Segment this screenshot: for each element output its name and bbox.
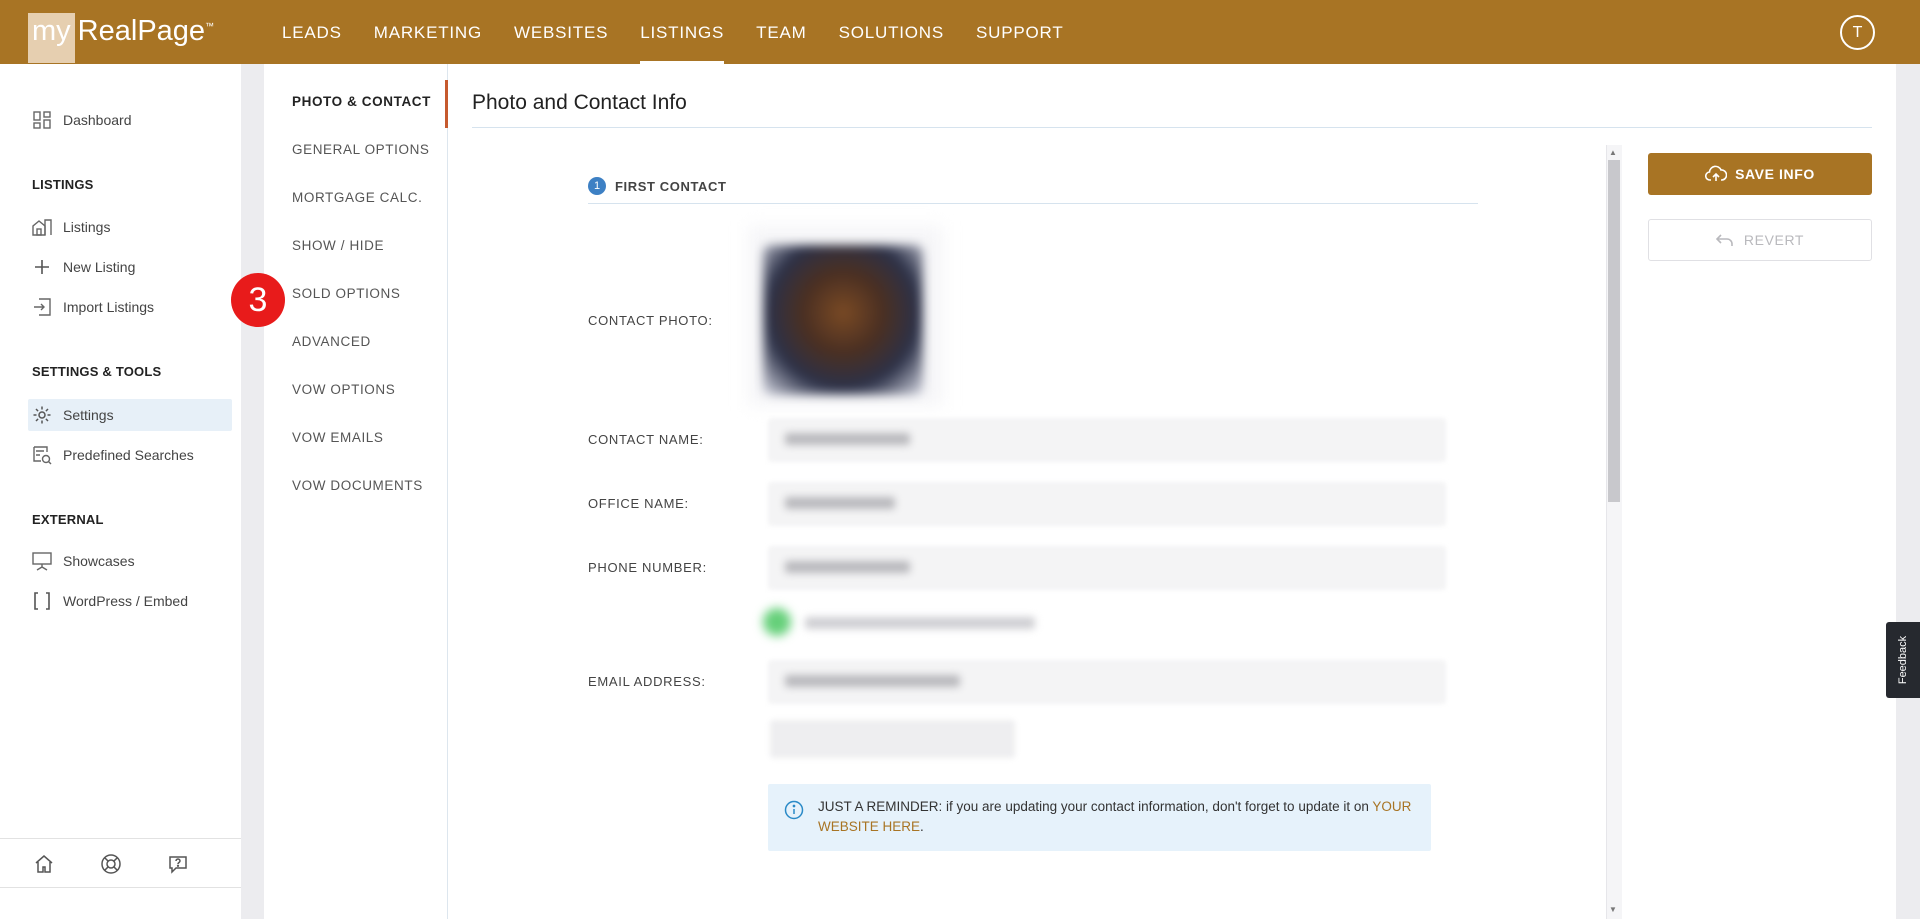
sidebar-item-settings[interactable]: Settings <box>28 399 232 431</box>
logo-trademark: ™ <box>205 21 215 31</box>
office-name-label: OFFICE NAME: <box>588 496 689 511</box>
feedback-label: Feedback <box>1897 635 1909 685</box>
section-label: FIRST CONTACT <box>615 178 727 194</box>
sidebar-item-dashboard[interactable]: Dashboard <box>28 104 232 136</box>
chat-help-icon[interactable] <box>166 852 190 876</box>
gear-icon <box>31 404 53 426</box>
title-divider <box>472 127 1872 128</box>
saved-search-icon <box>31 444 53 466</box>
email-value-blurred <box>785 675 960 687</box>
presentation-board-icon <box>31 550 53 572</box>
sidebar-label-predefined-searches: Predefined Searches <box>63 447 194 463</box>
contact-photo-label: CONTACT PHOTO: <box>588 313 713 328</box>
subnav-vow-documents[interactable]: VOW DOCUMENTS <box>292 478 423 493</box>
subnav-show-hide[interactable]: SHOW / HIDE <box>292 238 384 253</box>
top-bar: my RealPage ™ LEADS MARKETING WEBSITES L… <box>0 0 1920 64</box>
page-title: Photo and Contact Info <box>472 91 687 114</box>
email-address-label: EMAIL ADDRESS: <box>588 674 706 689</box>
subnav-mortgage-calc[interactable]: MORTGAGE CALC. <box>292 190 422 205</box>
sidebar-heading-settings-tools: SETTINGS & TOOLS <box>32 364 162 379</box>
sidebar-label-listings: Listings <box>63 219 111 235</box>
myrealpage-logo[interactable]: my RealPage ™ <box>28 13 214 63</box>
sidebar-item-import-listings[interactable]: Import Listings <box>28 291 232 323</box>
sidebar-item-wordpress-embed[interactable]: WordPress / Embed <box>28 585 232 617</box>
sidebar-item-listings[interactable]: Listings <box>28 211 232 243</box>
user-avatar[interactable]: T <box>1840 15 1875 50</box>
step-number-badge: 3 <box>231 273 285 327</box>
toggle-label-blurred <box>805 617 1035 629</box>
nav-team[interactable]: TEAM <box>740 0 822 64</box>
subnav-photo-contact[interactable]: PHOTO & CONTACT <box>292 94 431 109</box>
nav-listings[interactable]: LISTINGS <box>624 0 740 64</box>
sidebar-label-dashboard: Dashboard <box>63 112 132 128</box>
section-divider <box>588 203 1478 204</box>
reminder-end: . <box>920 819 924 834</box>
nav-support[interactable]: SUPPORT <box>960 0 1079 64</box>
subnav-vow-options[interactable]: VOW OPTIONS <box>292 382 395 397</box>
contact-name-label: CONTACT NAME: <box>588 432 704 447</box>
phone-number-label: PHONE NUMBER: <box>588 560 707 575</box>
scroll-down-arrow-icon[interactable]: ▼ <box>1609 905 1617 914</box>
section-header: 1 FIRST CONTACT <box>588 177 727 195</box>
subnav-general-options[interactable]: GENERAL OPTIONS <box>292 142 430 157</box>
dashboard-icon <box>31 109 53 131</box>
subnav-vow-emails[interactable]: VOW EMAILS <box>292 430 384 445</box>
feedback-tab[interactable]: Feedback <box>1886 622 1920 698</box>
sidebar-label-wordpress-embed: WordPress / Embed <box>63 593 189 609</box>
cloud-upload-icon <box>1705 165 1728 181</box>
section-number: 1 <box>588 177 606 195</box>
settings-subnav: PHOTO & CONTACT GENERAL OPTIONS MORTGAGE… <box>264 64 448 919</box>
sidebar-label-import-listings: Import Listings <box>63 299 155 315</box>
reminder-text: : if you are updating your contact infor… <box>938 799 1369 814</box>
buildings-icon <box>31 216 53 238</box>
undo-icon <box>1715 234 1733 246</box>
scroll-up-arrow-icon[interactable]: ▲ <box>1609 148 1617 157</box>
sidebar-item-new-listing[interactable]: New Listing <box>28 251 232 283</box>
nav-solutions[interactable]: SOLUTIONS <box>823 0 960 64</box>
toggle-blurred[interactable] <box>763 608 791 636</box>
info-icon <box>784 800 804 820</box>
nav-leads[interactable]: LEADS <box>266 0 358 64</box>
help-lifebuoy-icon[interactable] <box>99 852 123 876</box>
brackets-icon <box>31 590 53 612</box>
sidebar-label-showcases: Showcases <box>63 553 135 569</box>
sidebar-item-predefined-searches[interactable]: Predefined Searches <box>28 439 232 471</box>
sidebar-label-settings: Settings <box>63 407 114 423</box>
logo-name: RealPage <box>77 15 206 47</box>
revert-button[interactable]: REVERT <box>1648 219 1872 261</box>
phone-number-value-blurred <box>785 561 910 573</box>
sidebar-heading-listings: LISTINGS <box>32 177 94 192</box>
save-info-label: SAVE INFO <box>1735 166 1815 182</box>
sidebar-footer <box>0 838 241 888</box>
subnav-advanced[interactable]: ADVANCED <box>292 334 371 349</box>
plus-icon <box>31 256 53 278</box>
sidebar-heading-external: EXTERNAL <box>32 512 104 527</box>
logo-my: my <box>28 13 75 63</box>
save-info-button[interactable]: SAVE INFO <box>1648 153 1872 195</box>
reminder-prefix: JUST A REMINDER <box>818 799 939 814</box>
contact-name-value-blurred <box>785 433 910 445</box>
form-scrollbar-thumb[interactable] <box>1608 160 1620 502</box>
subnav-sold-options[interactable]: SOLD OPTIONS <box>292 286 400 301</box>
sidebar-item-showcases[interactable]: Showcases <box>28 545 232 577</box>
left-sidebar: Dashboard LISTINGS Listings New Listing … <box>0 64 241 919</box>
home-icon[interactable] <box>32 852 56 876</box>
reminder-notice: JUST A REMINDER: if you are updating you… <box>768 784 1431 851</box>
secondary-button-blurred[interactable] <box>770 720 1015 758</box>
office-name-value-blurred <box>785 497 895 509</box>
contact-photo[interactable] <box>763 245 923 395</box>
active-tab-marker <box>445 80 448 128</box>
top-nav: LEADS MARKETING WEBSITES LISTINGS TEAM S… <box>266 0 1080 64</box>
revert-label: REVERT <box>1743 232 1805 248</box>
sidebar-label-new-listing: New Listing <box>63 259 136 275</box>
nav-websites[interactable]: WEBSITES <box>498 0 624 64</box>
reminder-text-block: JUST A REMINDER: if you are updating you… <box>818 797 1418 837</box>
import-icon <box>31 296 53 318</box>
nav-marketing[interactable]: MARKETING <box>358 0 498 64</box>
